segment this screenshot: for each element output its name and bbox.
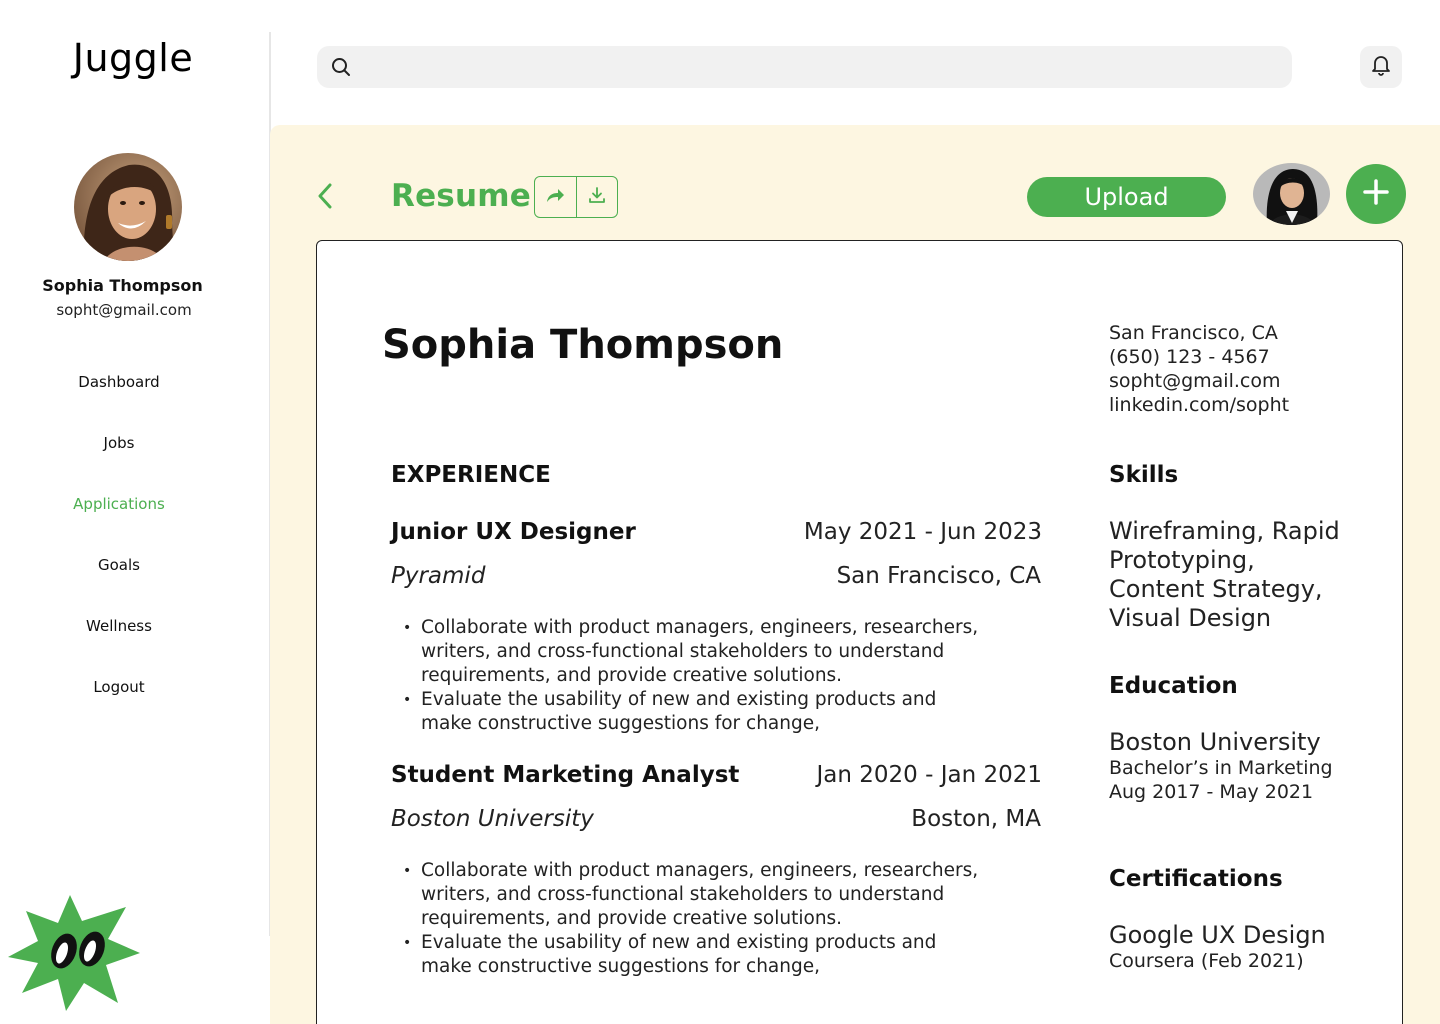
mascot-illustration [8, 893, 142, 1013]
skills-list: Wireframing, Rapid Prototyping, Content … [1109, 517, 1340, 633]
job-company: Pyramid [391, 563, 486, 589]
download-icon [588, 186, 606, 209]
resume-actions [534, 176, 618, 218]
job-location: Boston, MA [911, 806, 1041, 832]
search-icon[interactable] [331, 57, 351, 77]
bell-icon [1371, 54, 1391, 81]
job-dates: Jan 2020 - Jan 2021 [816, 762, 1042, 788]
bullet-item: Evaluate the usability of new and existi… [403, 688, 1053, 736]
bullet-item: Collaborate with product managers, engin… [403, 616, 1053, 688]
experience-heading: EXPERIENCE [391, 462, 551, 488]
share-icon [545, 186, 565, 209]
resume-name: Sophia Thompson [382, 322, 784, 368]
certification-issuer: Coursera (Feb 2021) [1109, 950, 1304, 972]
download-button[interactable] [575, 177, 618, 217]
profile-avatar[interactable] [74, 153, 182, 261]
search-input[interactable] [361, 46, 1281, 88]
job-title: Student Marketing Analyst [391, 762, 740, 788]
skill-line: Prototyping, [1109, 546, 1255, 574]
contact-location: San Francisco, CA [1109, 322, 1278, 344]
job-dates: May 2021 - Jun 2023 [803, 519, 1042, 545]
app-logo[interactable]: Juggle [0, 36, 266, 80]
contact-phone: (650) 123 - 4567 [1109, 346, 1270, 368]
sidebar-item-wellness[interactable]: Wellness [0, 614, 238, 675]
share-button[interactable] [535, 177, 576, 217]
upload-button[interactable]: Upload [1027, 177, 1226, 217]
job-bullets: Collaborate with product managers, engin… [403, 616, 1053, 736]
education-dates: Aug 2017 - May 2021 [1109, 781, 1314, 803]
certifications-heading: Certifications [1109, 866, 1283, 892]
education-school: Boston University [1109, 728, 1321, 756]
job-company: Boston University [391, 806, 594, 832]
contact-email: sopht@gmail.com [1109, 370, 1281, 392]
skill-line: Content Strategy, [1109, 575, 1323, 603]
skill-line: Visual Design [1109, 604, 1272, 632]
job-bullets: Collaborate with product managers, engin… [403, 859, 1053, 979]
back-button[interactable] [312, 183, 338, 213]
bullet-item: Evaluate the usability of new and existi… [403, 931, 1053, 979]
sidebar-item-dashboard[interactable]: Dashboard [0, 370, 238, 431]
bullet-item: Collaborate with product managers, engin… [403, 859, 1053, 931]
skill-line: Wireframing, Rapid [1109, 517, 1340, 545]
job-title: Junior UX Designer [391, 519, 636, 545]
certification-name: Google UX Design [1109, 921, 1326, 949]
sidebar-item-jobs[interactable]: Jobs [0, 431, 238, 492]
sidebar-item-logout[interactable]: Logout [0, 675, 238, 736]
education-heading: Education [1109, 673, 1238, 699]
page-title: Resume [391, 178, 531, 214]
sidebar-item-applications[interactable]: Applications [0, 492, 238, 553]
search-bar[interactable] [317, 46, 1292, 88]
skills-heading: Skills [1109, 462, 1179, 488]
profile-email: sopht@gmail.com [56, 301, 192, 319]
notifications-button[interactable] [1360, 46, 1402, 88]
chevron-left-icon [317, 183, 333, 214]
add-button[interactable] [1346, 164, 1406, 224]
avatar[interactable] [1253, 163, 1330, 225]
sidebar-item-goals[interactable]: Goals [0, 553, 238, 614]
job-location: San Francisco, CA [836, 563, 1041, 589]
sidebar: Juggle Sophia Thompson sopht@gmail.com D… [0, 0, 270, 1024]
resume-contact: San Francisco, CA (650) 123 - 4567 sopht… [1109, 321, 1289, 417]
profile-name: Sophia Thompson [42, 276, 203, 295]
plus-icon [1363, 178, 1389, 210]
sidebar-nav: Dashboard Jobs Applications Goals Wellne… [0, 370, 238, 736]
education-degree: Bachelor’s in Marketing [1109, 757, 1333, 779]
contact-linkedin: linkedin.com/sopht [1109, 394, 1290, 416]
